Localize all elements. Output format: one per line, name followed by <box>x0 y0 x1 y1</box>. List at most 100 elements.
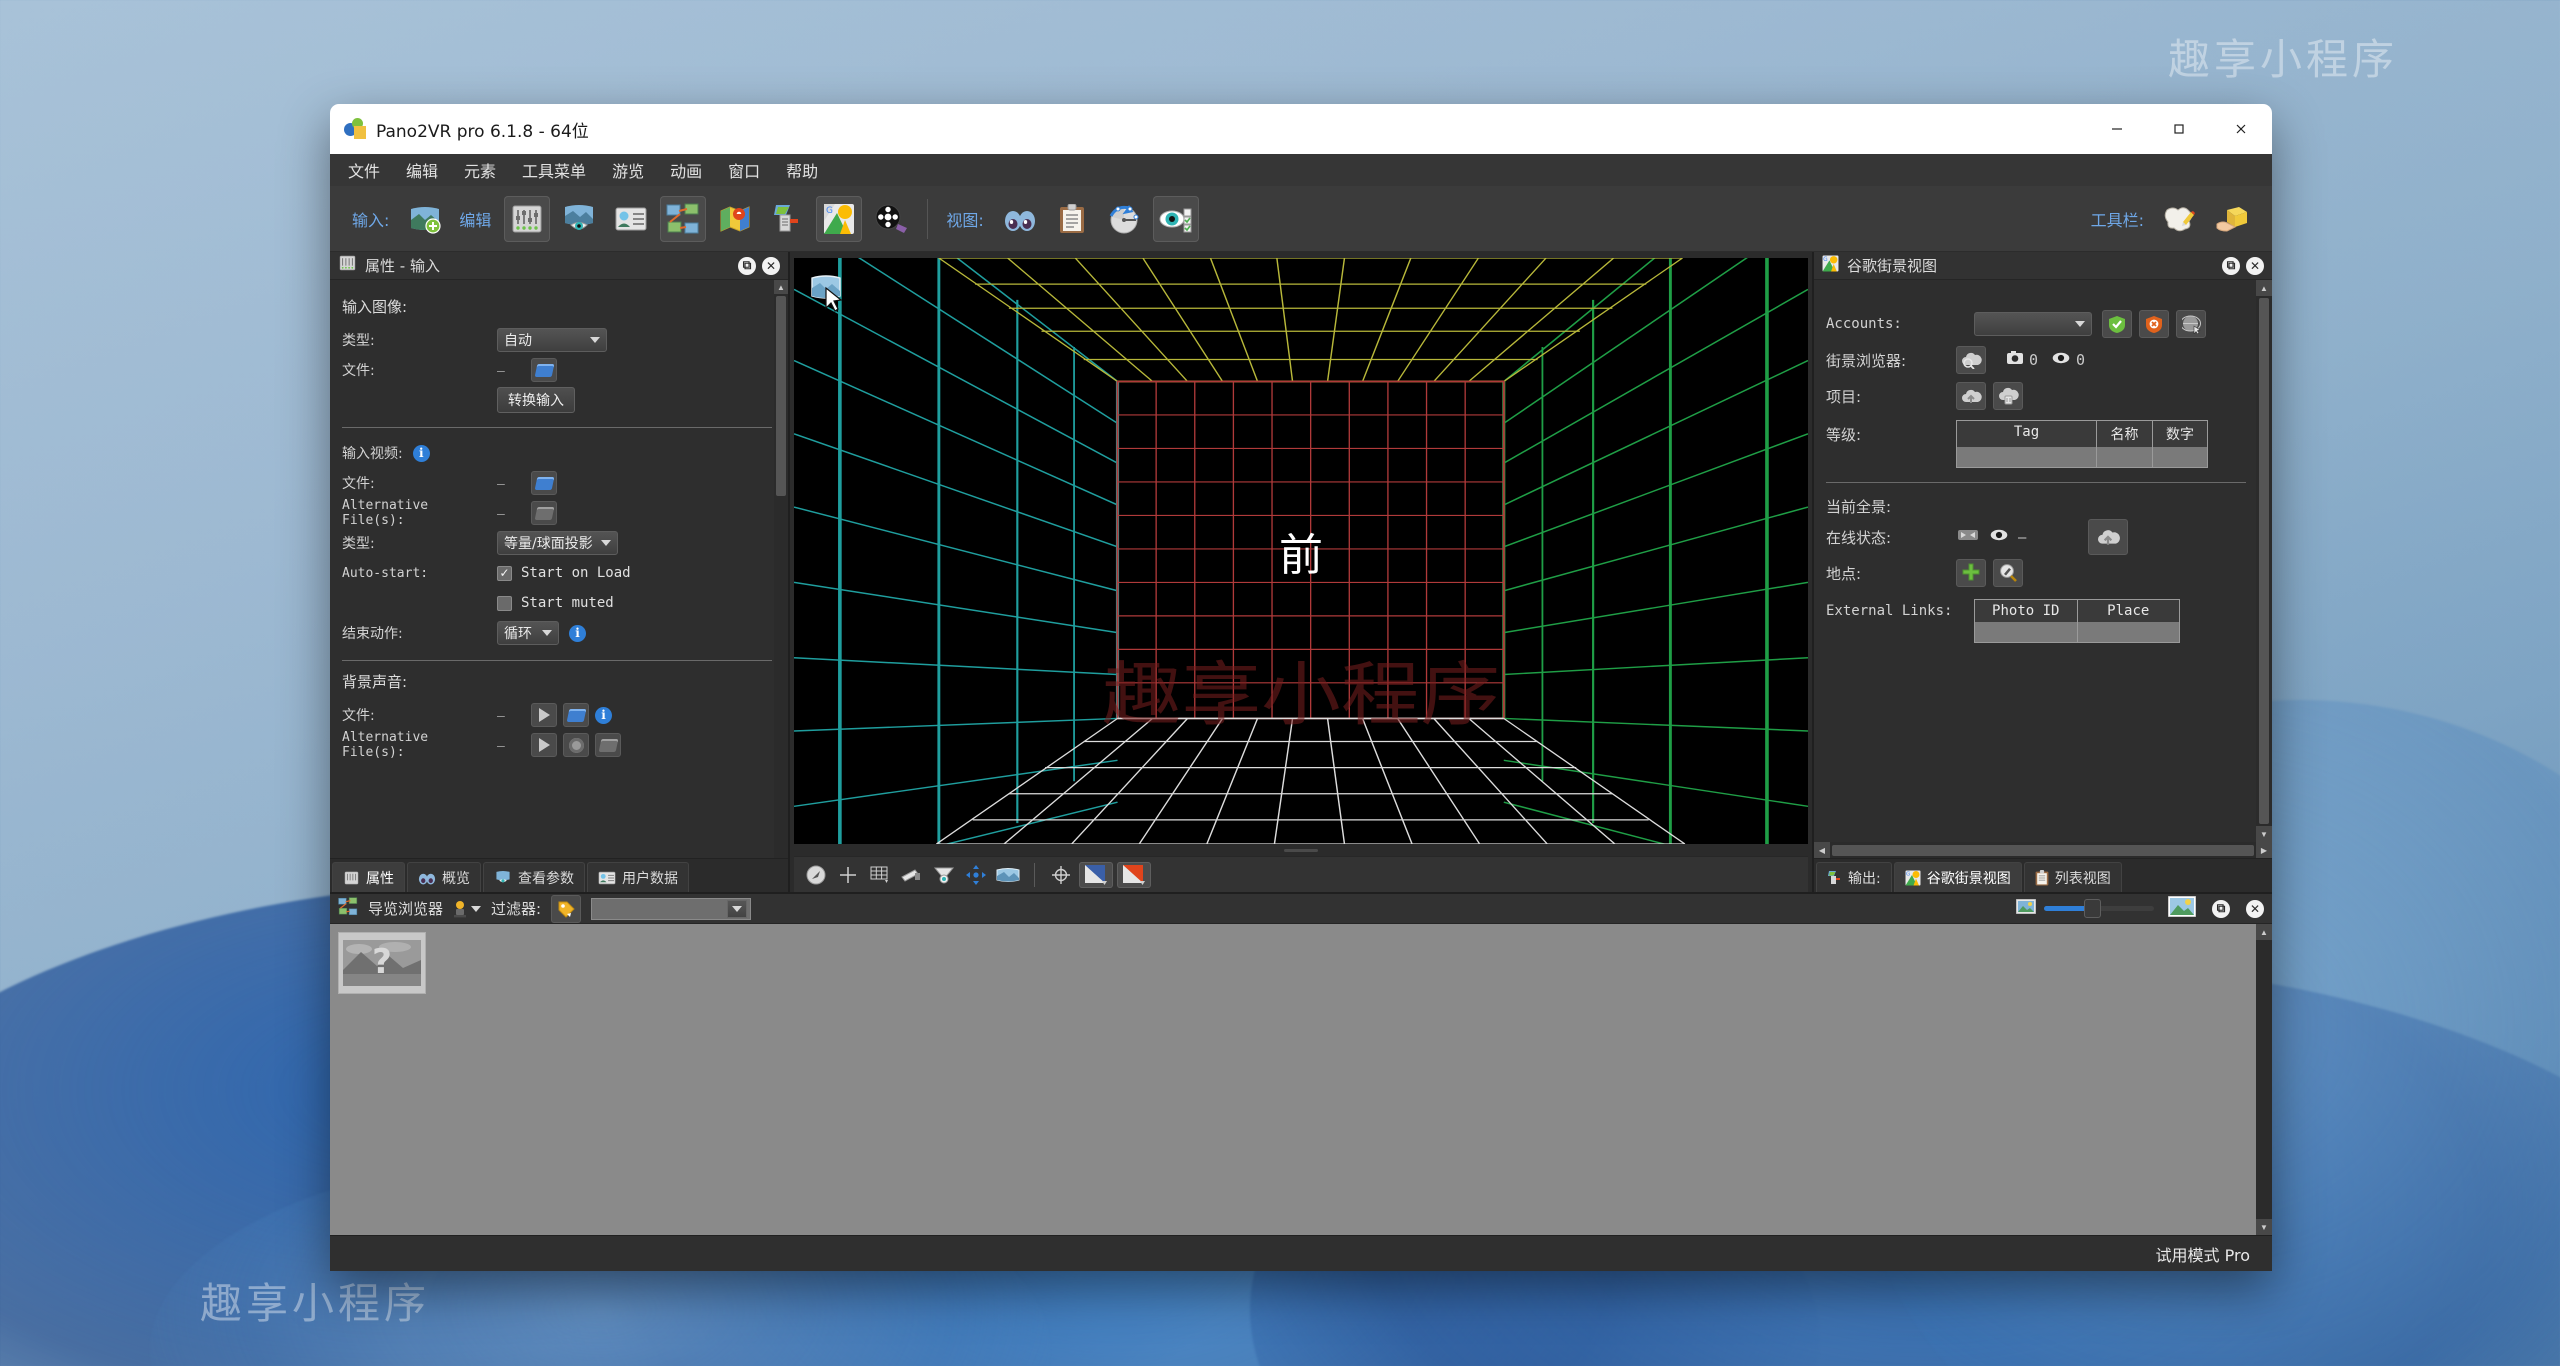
search-place-icon[interactable] <box>1993 559 2023 587</box>
close-icon[interactable]: ✕ <box>2246 256 2264 275</box>
close-icon[interactable]: ✕ <box>2246 899 2264 918</box>
input-video-info-icon[interactable]: i <box>412 444 430 462</box>
list-view-clipboard-icon[interactable] <box>1049 196 1095 242</box>
tab-google-street-view[interactable]: G 谷歌街景视图 <box>1893 862 2022 892</box>
user-data-icon[interactable] <box>608 196 654 242</box>
gsv-vertical-scrollbar[interactable]: ▲ ▼ <box>2256 280 2272 842</box>
undock-icon[interactable]: ⧉ <box>738 256 756 275</box>
background-color-swatch[interactable] <box>1117 861 1151 888</box>
overview-binoculars-icon[interactable] <box>997 196 1043 242</box>
tour-browser-scrollbar[interactable]: ▲ ▼ <box>2256 924 2272 1235</box>
tour-browser-canvas[interactable]: ? ▲ ▼ <box>330 924 2272 1235</box>
properties-scrollbar[interactable]: ▲ <box>774 280 788 858</box>
scroll-down-arrow[interactable]: ▼ <box>2256 826 2272 842</box>
google-street-view-icon[interactable]: G <box>816 195 863 242</box>
minimize-button[interactable] <box>2086 104 2148 154</box>
rating-table[interactable]: Tag 名称 数字 <box>1956 420 2208 468</box>
end-action-info-icon[interactable]: i <box>569 624 586 642</box>
menu-animation[interactable]: 动画 <box>668 156 704 184</box>
scroll-thumb[interactable] <box>776 296 786 496</box>
crosshair-icon[interactable] <box>834 862 862 888</box>
open-input-video-folder-icon[interactable] <box>531 471 557 495</box>
panorama-preview-icon[interactable] <box>994 862 1022 888</box>
tab-viewing-params[interactable]: 查看参数 <box>483 862 585 892</box>
input-video-type-combo[interactable]: 等量/球面投影 <box>497 531 618 555</box>
account-authorize-shield-icon[interactable] <box>2102 310 2132 338</box>
menu-file[interactable]: 文件 <box>346 156 382 184</box>
scroll-up-arrow[interactable]: ▲ <box>774 280 788 294</box>
chevron-down-icon[interactable] <box>727 899 748 918</box>
account-globe-icon[interactable] <box>2176 310 2206 338</box>
play-bg-sound-icon[interactable] <box>531 703 557 727</box>
tour-browser-icon[interactable] <box>660 195 707 242</box>
table-row[interactable] <box>1975 622 2179 642</box>
grid-icon[interactable] <box>866 862 894 888</box>
compass-tools-icon[interactable] <box>1101 196 1147 242</box>
add-place-icon[interactable] <box>1956 559 1986 587</box>
undock-icon[interactable]: ⧉ <box>2212 899 2230 918</box>
slider-knob[interactable] <box>2084 899 2101 918</box>
external-links-table[interactable]: Photo ID Place <box>1974 599 2180 643</box>
bg-sound-info-icon[interactable]: i <box>595 706 612 724</box>
scroll-down-arrow[interactable]: ▼ <box>2256 1219 2272 1235</box>
menu-window[interactable]: 窗口 <box>726 156 762 184</box>
move-arrows-icon[interactable] <box>962 862 990 888</box>
scroll-up-arrow[interactable]: ▲ <box>2256 924 2272 940</box>
open-bg-sound-folder-icon[interactable] <box>563 703 589 727</box>
gsv-horizontal-scrollbar[interactable]: ◀ ▶ <box>1814 842 2272 858</box>
tab-properties[interactable]: 属性 <box>332 862 405 892</box>
end-action-combo[interactable]: 循环 <box>497 621 559 645</box>
bg-sound-settings-gear-icon[interactable] <box>563 733 589 757</box>
upload-cloud-icon[interactable] <box>1956 382 1986 410</box>
compass-icon[interactable] <box>802 862 830 888</box>
target-center-icon[interactable] <box>1047 862 1075 888</box>
search-cloud-icon[interactable] <box>1956 346 1986 374</box>
scroll-thumb[interactable] <box>2259 298 2269 824</box>
scroll-thumb[interactable] <box>1832 844 2254 856</box>
animation-reel-icon[interactable] <box>868 196 914 242</box>
tab-overview[interactable]: 概览 <box>407 862 481 892</box>
scroll-up-arrow[interactable]: ▲ <box>2256 280 2272 296</box>
foreground-color-swatch[interactable] <box>1079 861 1113 888</box>
skin-editor-icon[interactable] <box>2157 196 2203 242</box>
tag-filter-icon[interactable] <box>551 894 582 923</box>
map-pin-icon[interactable] <box>712 196 758 242</box>
menu-tools[interactable]: 工具菜单 <box>520 156 588 184</box>
play-alt-bg-sound-icon[interactable] <box>531 733 557 757</box>
pano-viewer-canvas[interactable]: 趣享小程序 前 <box>794 258 1808 844</box>
filter-input[interactable] <box>591 897 752 920</box>
node-marker-menu[interactable] <box>453 900 482 918</box>
maximize-button[interactable] <box>2148 104 2210 154</box>
accounts-combo[interactable] <box>1974 312 2092 336</box>
add-input-image-icon[interactable] <box>402 196 448 242</box>
delete-cloud-icon[interactable] <box>1993 382 2023 410</box>
auto-start-on-load-checkbox[interactable]: ✓ <box>497 565 512 581</box>
panel-resize-grip[interactable] <box>794 844 1808 856</box>
input-image-type-combo[interactable]: 自动 <box>497 328 607 352</box>
node-thumbnail[interactable]: ? <box>338 932 426 994</box>
slider-track[interactable] <box>2044 899 2154 918</box>
convert-input-button[interactable]: 转换输入 <box>497 387 575 413</box>
menu-help[interactable]: 帮助 <box>784 156 820 184</box>
open-alt-video-folder-icon[interactable] <box>531 501 557 525</box>
viewing-parameters-icon[interactable] <box>556 196 602 242</box>
menu-edit[interactable]: 编辑 <box>404 156 440 184</box>
tab-output[interactable]: 输出: <box>1816 862 1892 892</box>
thumbnail-size-slider[interactable] <box>2015 895 2197 922</box>
viewing-cone-icon[interactable] <box>930 862 958 888</box>
upload-cloud-icon[interactable] <box>2088 519 2129 555</box>
start-muted-checkbox[interactable] <box>497 595 512 611</box>
menu-tour[interactable]: 游览 <box>610 156 646 184</box>
table-row[interactable] <box>1957 447 2207 467</box>
horizon-level-icon[interactable] <box>898 862 926 888</box>
tab-list-view[interactable]: 列表视图 <box>2023 862 2122 892</box>
tab-user-data[interactable]: 用户数据 <box>587 862 689 892</box>
visibility-eye-icon[interactable] <box>1152 195 1199 242</box>
package-icon[interactable] <box>2209 196 2255 242</box>
properties-sliders-icon[interactable] <box>504 195 551 242</box>
open-alt-bg-sound-folder-icon[interactable] <box>595 733 621 757</box>
close-button[interactable] <box>2210 104 2272 154</box>
account-revoke-shield-icon[interactable] <box>2139 310 2169 338</box>
open-input-image-folder-icon[interactable] <box>531 358 557 382</box>
menu-elements[interactable]: 元素 <box>462 156 498 184</box>
